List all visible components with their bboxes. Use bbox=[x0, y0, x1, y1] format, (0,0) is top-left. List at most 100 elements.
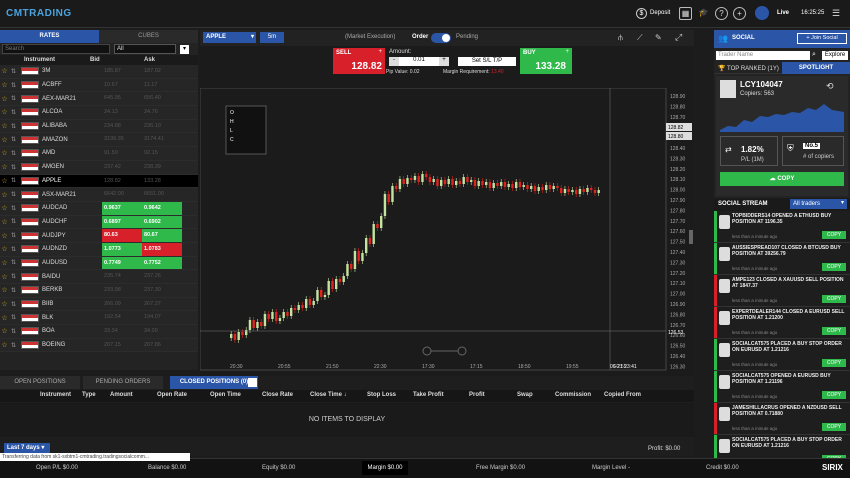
top-ranked-tab[interactable]: 🏆 TOP RANKED (1Y) bbox=[718, 65, 779, 72]
column-header[interactable]: Amount bbox=[110, 392, 133, 402]
instrument-row[interactable]: ☆ ⇅ ALCOA 24.13 24.76 bbox=[0, 106, 198, 120]
deposit-icon[interactable]: $ bbox=[636, 8, 647, 19]
filter-select[interactable]: All bbox=[114, 44, 176, 54]
tab-open-positions[interactable]: OPEN POSITIONS bbox=[0, 376, 80, 389]
instrument-row[interactable]: ☆ ⇅ AUDNZD 1.0773 1.0783 bbox=[0, 242, 198, 257]
column-header[interactable]: Open Time bbox=[210, 392, 241, 402]
vertical-scroll-handle[interactable] bbox=[689, 230, 693, 244]
bid-price[interactable]: 128.82 bbox=[102, 175, 142, 188]
symbol-select[interactable]: APPLE ▾ bbox=[203, 32, 256, 43]
ask-price[interactable]: 238.39 bbox=[142, 161, 182, 174]
column-header[interactable]: Instrument bbox=[40, 392, 71, 402]
star-icon[interactable]: ☆ bbox=[0, 273, 9, 281]
chevron-down-icon[interactable]: ▾ bbox=[180, 44, 189, 54]
copy-button[interactable]: COPY bbox=[822, 359, 846, 367]
star-icon[interactable]: ☆ bbox=[0, 259, 9, 267]
deposit-button[interactable]: Deposit bbox=[650, 10, 670, 16]
trader-avatar[interactable] bbox=[720, 80, 736, 98]
tab-cubes[interactable]: CUBES bbox=[99, 30, 198, 43]
ask-price[interactable]: 187.02 bbox=[142, 65, 182, 78]
column-header[interactable]: Close Time ↓ bbox=[310, 392, 347, 402]
ask-price[interactable]: 0.7752 bbox=[142, 256, 182, 270]
copy-button[interactable]: COPY bbox=[822, 295, 846, 303]
ask-price[interactable]: 24.76 bbox=[142, 106, 182, 119]
add-icon[interactable]: + bbox=[733, 7, 746, 20]
bid-price[interactable]: 235.74 bbox=[102, 270, 142, 283]
ask-price[interactable]: 80.67 bbox=[142, 229, 182, 242]
search-input[interactable]: Search bbox=[2, 44, 110, 54]
bid-price[interactable]: 207.15 bbox=[102, 339, 142, 352]
column-header[interactable]: Commission bbox=[555, 392, 591, 402]
star-icon[interactable]: ☆ bbox=[0, 81, 9, 89]
star-icon[interactable]: ☆ bbox=[0, 191, 9, 199]
stream-item[interactable]: JAMESHILLACRUS OPENED A NZDUSD SELL POSI… bbox=[714, 403, 850, 435]
instrument-row[interactable]: ☆ ⇅ AUDCHF 0.6897 0.6902 bbox=[0, 215, 198, 230]
copy-button[interactable]: COPY bbox=[822, 423, 846, 431]
fullscreen-icon[interactable]: ⤢ bbox=[675, 32, 682, 43]
star-icon[interactable]: ☆ bbox=[0, 204, 9, 212]
bid-price[interactable]: 0.9637 bbox=[102, 201, 142, 215]
ask-price[interactable]: 656.40 bbox=[142, 92, 182, 105]
bid-price[interactable]: 24.13 bbox=[102, 106, 142, 119]
star-icon[interactable]: ☆ bbox=[0, 108, 9, 116]
bid-price[interactable]: 10.67 bbox=[102, 79, 142, 92]
amount-stepper[interactable]: - 0.01 + bbox=[389, 57, 449, 66]
bid-price[interactable]: 645.95 bbox=[102, 92, 142, 105]
ask-price[interactable]: 1.0783 bbox=[142, 242, 182, 256]
tab-pending-orders[interactable]: PENDING ORDERS bbox=[83, 376, 163, 389]
stream-item[interactable]: TOPBIDDERS14 OPENED A ETHUSD BUY POSITIO… bbox=[714, 211, 850, 243]
copy-button[interactable]: COPY bbox=[822, 327, 846, 335]
ask-price[interactable]: 0.6902 bbox=[142, 215, 182, 229]
star-icon[interactable]: ☆ bbox=[0, 286, 9, 294]
instrument-row[interactable]: ☆ ⇅ BIIB 266.09 267.27 bbox=[0, 297, 198, 312]
instrument-row[interactable]: ☆ ⇅ AMAZON 3199.35 3174.41 bbox=[0, 133, 198, 148]
line-chart-icon[interactable]: ⟋ bbox=[637, 33, 643, 43]
bid-price[interactable]: 91.50 bbox=[102, 147, 142, 160]
buy-button[interactable]: BUY + 133.28 bbox=[520, 48, 572, 74]
star-icon[interactable]: ☆ bbox=[0, 136, 9, 144]
bid-price[interactable]: 80.63 bbox=[102, 229, 142, 242]
copy-button[interactable]: COPY bbox=[822, 231, 846, 239]
ask-price[interactable]: 34.00 bbox=[142, 325, 182, 338]
bid-price[interactable]: 192.54 bbox=[102, 311, 142, 324]
column-header[interactable]: Swap bbox=[517, 392, 533, 402]
bid-price[interactable]: 3199.35 bbox=[102, 133, 142, 146]
star-icon[interactable]: ☆ bbox=[0, 67, 9, 75]
star-icon[interactable]: ☆ bbox=[0, 163, 9, 171]
trader-search-input[interactable]: Trader Name bbox=[716, 51, 810, 60]
instrument-row[interactable]: ☆ ⇅ BOA 33.34 34.00 bbox=[0, 325, 198, 339]
bid-price[interactable]: 185.87 bbox=[102, 65, 142, 78]
star-icon[interactable]: ☆ bbox=[0, 218, 9, 226]
explore-button[interactable]: Explore bbox=[822, 51, 848, 60]
instrument-row[interactable]: ☆ ⇅ ALIBABA 234.88 236.10 bbox=[0, 119, 198, 134]
join-social-button[interactable]: + Join Social bbox=[797, 33, 847, 44]
instrument-row[interactable]: ☆ ⇅ BOEING 207.15 207.86 bbox=[0, 338, 198, 353]
star-icon[interactable]: ☆ bbox=[0, 232, 9, 240]
ask-price[interactable]: 237.30 bbox=[142, 284, 182, 297]
refresh-icon[interactable]: ⟲ bbox=[826, 81, 834, 92]
ask-price[interactable]: 11.17 bbox=[142, 79, 182, 92]
bid-price[interactable]: 0.6897 bbox=[102, 215, 142, 229]
instrument-row[interactable]: ☆ ⇅ BLK 192.54 194.07 bbox=[0, 311, 198, 326]
instrument-row[interactable]: ☆ ⇅ AMGEN 237.42 238.39 bbox=[0, 160, 198, 175]
instrument-row[interactable]: ☆ ⇅ ASX-MAR21 6642.00 6651.00 bbox=[0, 188, 198, 202]
star-icon[interactable]: ☆ bbox=[0, 122, 9, 130]
order-toggle[interactable] bbox=[431, 33, 451, 43]
stream-item[interactable]: EXPERTDEALER144 CLOSED A EURUSD SELL POS… bbox=[714, 307, 850, 339]
col-ask[interactable]: Ask bbox=[124, 55, 164, 65]
copy-button[interactable]: COPY bbox=[822, 391, 846, 399]
column-header[interactable]: Type bbox=[82, 392, 96, 402]
ask-price[interactable]: 92.15 bbox=[142, 147, 182, 160]
stream-item[interactable]: SOCIALCAT575 PLACED A BUY STOP ORDER ON … bbox=[714, 339, 850, 371]
column-header[interactable]: Profit bbox=[469, 392, 485, 402]
stream-item[interactable]: SOCIALCAT575 OPENED A EURUSD BUY POSITIO… bbox=[714, 371, 850, 403]
indicators-icon[interactable]: ⫛ bbox=[618, 33, 623, 43]
chevron-down-icon[interactable]: ▾ bbox=[838, 199, 847, 209]
column-header[interactable]: Copied From bbox=[604, 392, 641, 402]
bid-price[interactable]: 233.98 bbox=[102, 284, 142, 297]
ask-price[interactable]: 0.9642 bbox=[142, 201, 182, 215]
bid-price[interactable]: 234.88 bbox=[102, 120, 142, 133]
sell-button[interactable]: SELL + 128.82 bbox=[333, 48, 385, 74]
avatar[interactable] bbox=[755, 6, 769, 20]
column-header[interactable]: Take Profit bbox=[413, 392, 444, 402]
